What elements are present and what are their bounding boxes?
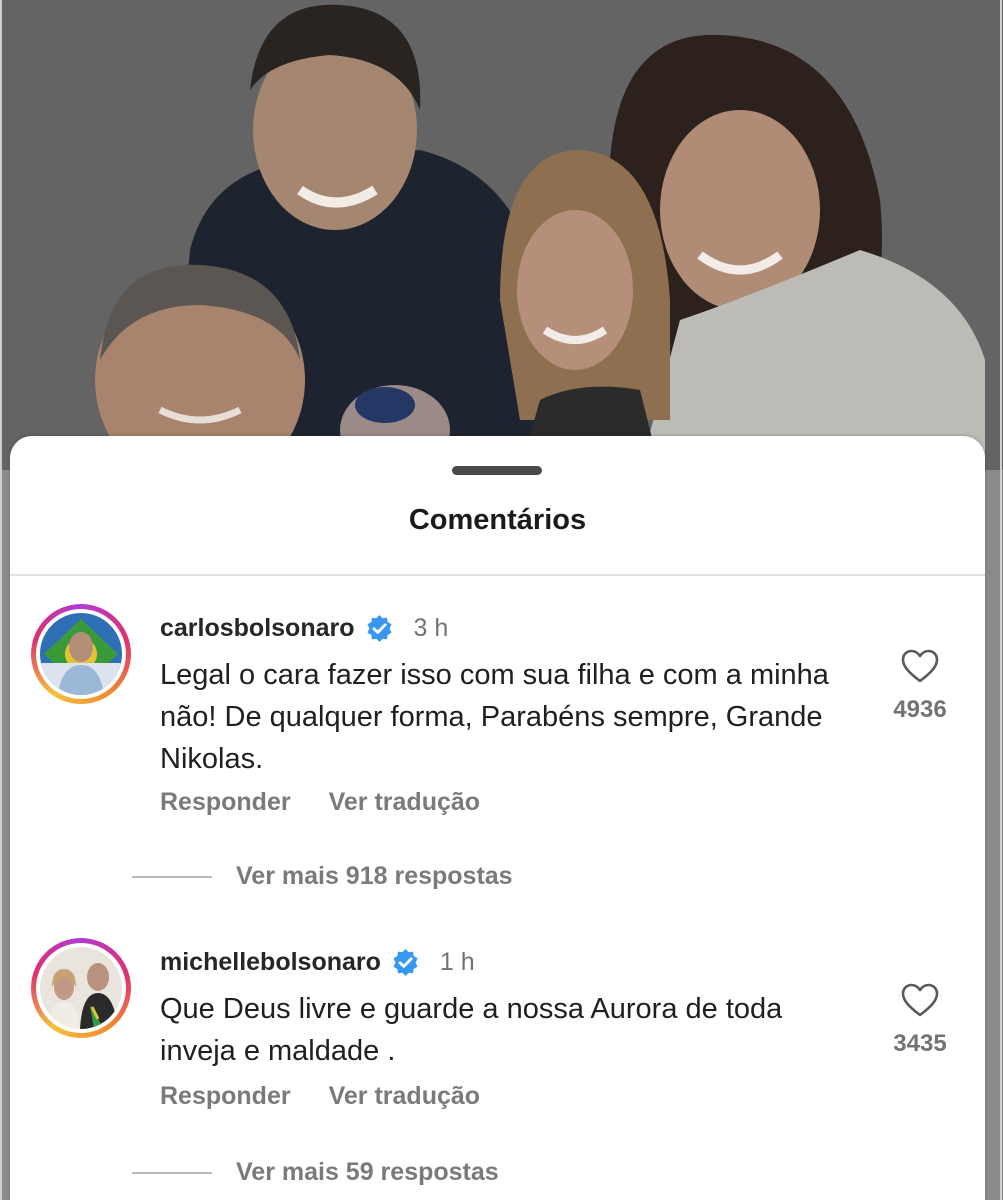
- sheet-title: Comentários: [408, 504, 587, 536]
- comment-timestamp: 3 h: [413, 613, 449, 642]
- comment-text: Que Deus livre e guarde a nossa Aurora d…: [160, 993, 783, 1067]
- comments-sheet: Comentários carlosbolsonaro 3 h Legal o …: [10, 436, 985, 1200]
- comment-username[interactable]: michellebolsonaro: [160, 948, 381, 977]
- avatar[interactable]: [31, 604, 131, 704]
- view-more-replies[interactable]: Ver mais 918 respostas: [132, 862, 513, 891]
- avatar-image: [40, 613, 122, 695]
- title-divider: [10, 574, 985, 576]
- heart-outline-icon[interactable]: [900, 982, 940, 1018]
- post-photo: [0, 0, 1003, 470]
- instagram-comments-screen: Comentários carlosbolsonaro 3 h Legal o …: [0, 0, 1003, 1200]
- heart-outline-icon[interactable]: [900, 648, 940, 684]
- verified-badge-icon: [391, 948, 420, 977]
- like-button[interactable]: 4936: [880, 648, 960, 724]
- like-count: 4936: [893, 696, 947, 723]
- reply-button[interactable]: Responder: [160, 1082, 291, 1111]
- post-photo-illustration: [0, 0, 1003, 470]
- replies-line: [132, 1171, 212, 1174]
- view-more-replies[interactable]: Ver mais 59 respostas: [132, 1158, 499, 1187]
- avatar-photo: [40, 613, 122, 695]
- screen-right-edge: [1000, 0, 1002, 1200]
- avatar[interactable]: [31, 938, 131, 1038]
- avatar-image: [40, 947, 122, 1029]
- screen-left-edge: [0, 0, 2, 1200]
- verified-badge-icon: [365, 614, 394, 643]
- translate-button[interactable]: Ver tradução: [329, 788, 480, 817]
- comment-text: Legal o cara fazer isso com sua filha e …: [160, 659, 829, 775]
- drag-handle[interactable]: [452, 466, 542, 475]
- replies-line: [132, 875, 212, 878]
- view-more-replies-label[interactable]: Ver mais 918 respostas: [236, 862, 513, 891]
- avatar-photo: [40, 947, 122, 1029]
- view-more-replies-label[interactable]: Ver mais 59 respostas: [236, 1158, 499, 1187]
- comment-timestamp: 1 h: [439, 947, 475, 976]
- comment-actions: Responder Ver tradução: [160, 788, 480, 817]
- like-count: 3435: [893, 1030, 947, 1057]
- comment-actions: Responder Ver tradução: [160, 1082, 480, 1111]
- translate-button[interactable]: Ver tradução: [329, 1082, 480, 1111]
- comment-username[interactable]: carlosbolsonaro: [160, 614, 355, 643]
- like-button[interactable]: 3435: [880, 982, 960, 1058]
- reply-button[interactable]: Responder: [160, 788, 291, 817]
